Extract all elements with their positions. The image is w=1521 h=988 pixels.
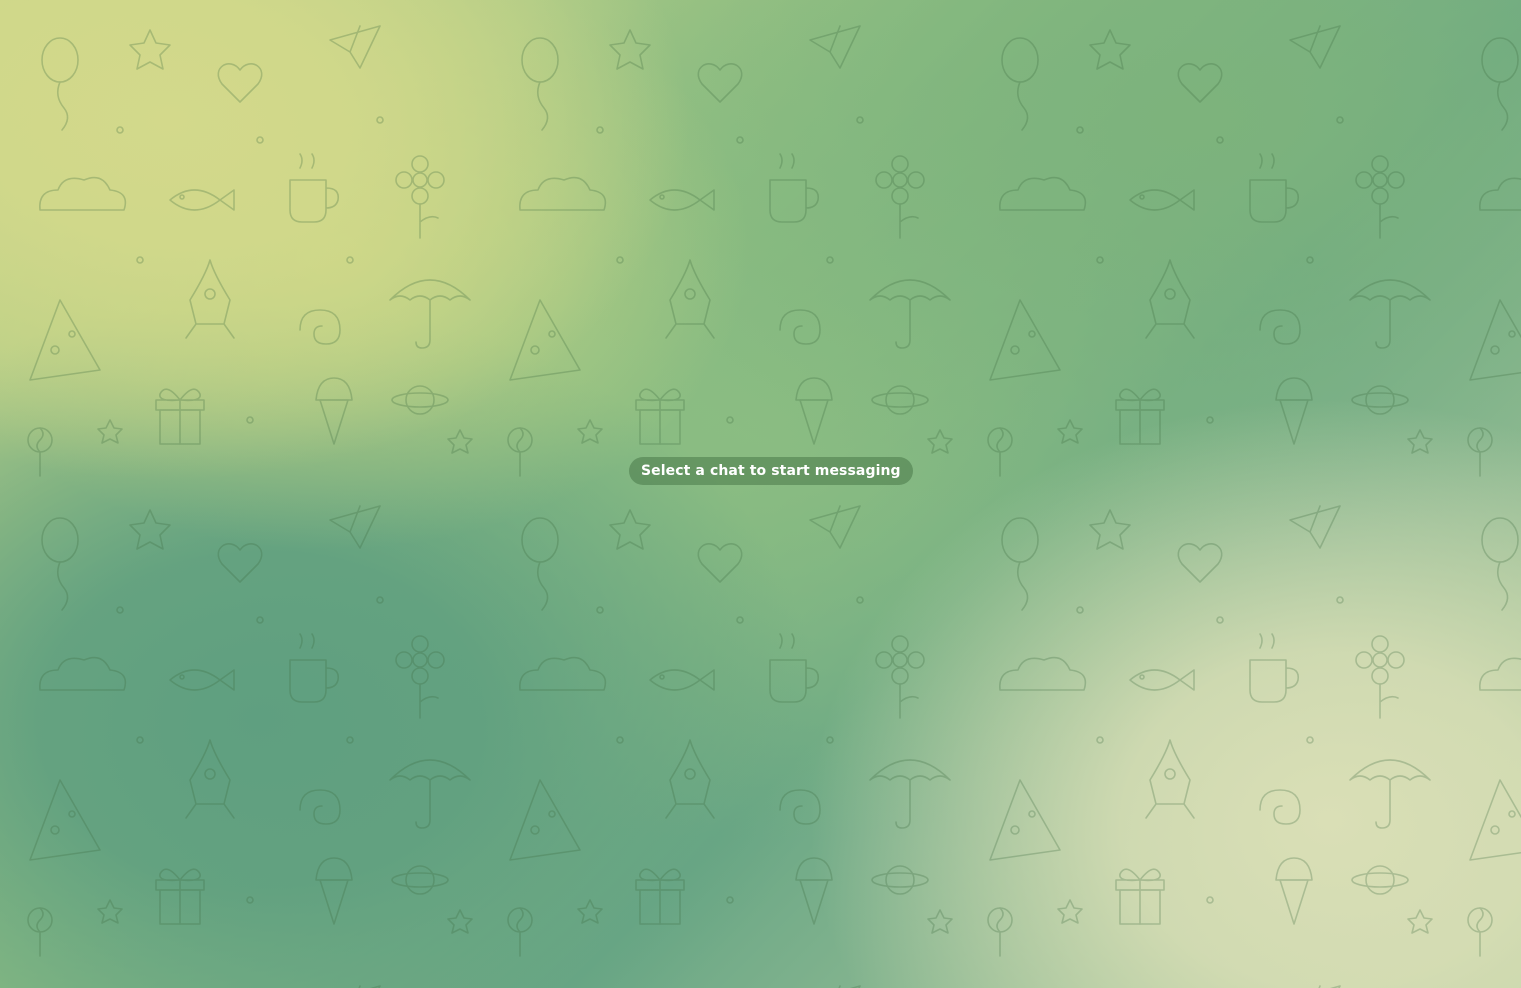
chat-area: Select a chat to start messaging bbox=[0, 0, 1521, 988]
empty-chat-placeholder: Select a chat to start messaging bbox=[629, 457, 913, 485]
chat-background-gradient bbox=[0, 0, 1521, 988]
